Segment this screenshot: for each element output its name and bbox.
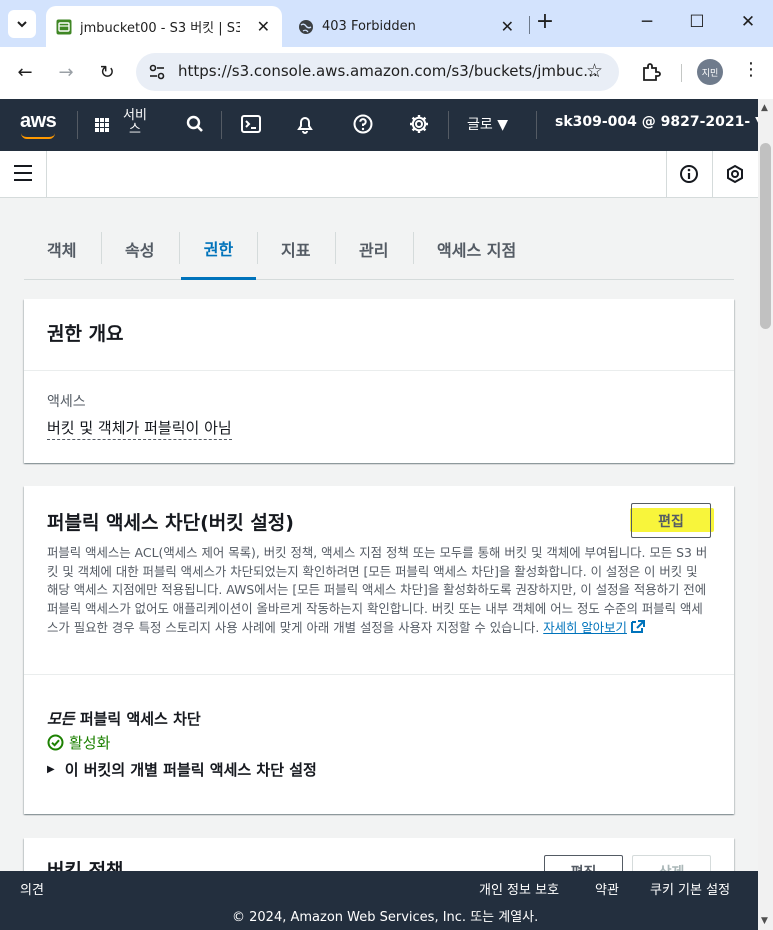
account-menu[interactable]: sk309-004 @ 9827-2021- ▼ (555, 114, 766, 130)
region-selector[interactable]: 글로 ▼ (467, 114, 508, 134)
header-divider (77, 111, 78, 139)
permissions-overview-panel: 권한 개요 액세스 버킷 및 객체가 퍼블릭이 아님 (24, 299, 734, 463)
tab-divider (413, 232, 414, 264)
services-grid-icon[interactable] (95, 118, 109, 132)
toolbar-separator (681, 64, 682, 82)
tab-title: 403 Forbidden (322, 19, 416, 34)
services-menu[interactable]: 서비스 (121, 109, 149, 137)
console-footer: 의견 개인 정보 보호 약관 쿠키 기본 설정 © 2024, Amazon W… (0, 871, 758, 930)
s3-favicon-icon (56, 19, 72, 34)
check-circle-icon (47, 734, 64, 751)
notifications-bell-icon[interactable] (294, 113, 316, 135)
tab-metrics[interactable]: 지표 (281, 218, 310, 279)
browser-tab-strip: jmbucket00 - S3 버킷 | S3 ✕ 403 Forbidden … (0, 0, 773, 47)
feedback-link[interactable]: 의견 (20, 879, 44, 898)
browser-toolbar: ← → ↻ https://s3.console.aws.amazon.com/… (0, 47, 773, 99)
panel-title: 퍼블릭 액세스 차단(버킷 설정) (47, 512, 294, 534)
subbar-divider (46, 151, 47, 198)
aws-smile-icon (21, 133, 55, 139)
extensions-icon[interactable] (640, 61, 662, 83)
status-badge: 활성화 (47, 732, 110, 753)
minimize-button[interactable]: ─ (637, 12, 657, 32)
console-subbar (0, 151, 758, 198)
tab-objects[interactable]: 객체 (47, 218, 76, 279)
chevron-down-icon (17, 21, 27, 28)
maximize-button[interactable]: ☐ (687, 12, 707, 32)
caret-right-icon: ▶ (47, 764, 55, 775)
globe-icon (299, 19, 313, 34)
external-link-icon[interactable] (630, 619, 645, 633)
panel-title: 권한 개요 (47, 323, 124, 345)
browser-tab-forbidden[interactable]: 403 Forbidden ✕ (290, 6, 526, 47)
header-divider (221, 111, 222, 139)
all-block-label: 모든 퍼블릭 액세스 차단 (47, 710, 201, 728)
help-icon[interactable] (352, 113, 374, 135)
info-icon[interactable] (679, 164, 699, 184)
browser-menu-button[interactable]: ⋮ (742, 59, 760, 80)
tab-close-icon[interactable]: ✕ (257, 17, 270, 36)
subbar-divider (712, 151, 713, 198)
tab-divider (335, 232, 336, 264)
panel-divider (24, 674, 734, 675)
header-divider (448, 111, 449, 139)
copyright-text: © 2024, Amazon Web Services, Inc. 또는 계열사… (232, 910, 539, 925)
tab-permissions[interactable]: 권한 (181, 218, 256, 280)
access-value[interactable]: 버킷 및 객체가 퍼블릭이 아님 (47, 417, 232, 440)
tab-access-points[interactable]: 액세스 지점 (437, 218, 516, 279)
tab-properties[interactable]: 속성 (125, 218, 154, 279)
cookie-preferences-link[interactable]: 쿠키 기본 설정 (650, 879, 730, 898)
url-text: https://s3.console.aws.amazon.com/s3/buc… (178, 62, 598, 80)
new-tab-button[interactable]: + (535, 10, 555, 34)
notification-hexagon-icon[interactable] (725, 164, 745, 184)
header-divider (536, 111, 537, 139)
bookmark-star-icon[interactable]: ☆ (586, 60, 603, 82)
scroll-down-arrow-icon[interactable]: ▼ (761, 916, 768, 926)
site-settings-icon[interactable] (148, 63, 166, 81)
bucket-tabs: 객체 속성 권한 지표 관리 액세스 지점 (24, 218, 734, 280)
subbar-divider (666, 151, 667, 198)
tab-close-icon[interactable]: ✕ (501, 17, 514, 36)
tab-management[interactable]: 관리 (359, 218, 388, 279)
browser-tab-s3[interactable]: jmbucket00 - S3 버킷 | S3 ✕ (46, 6, 282, 47)
block-public-description: 퍼블릭 액세스는 ACL(액세스 제어 목록), 버킷 정책, 액세스 지점 정… (47, 545, 708, 635)
hamburger-menu-icon[interactable] (14, 165, 32, 181)
close-window-button[interactable]: ✕ (738, 12, 758, 32)
aws-console-header: aws 서비스 글로 ▼ sk309-004 @ 9827-2021- ▼ (0, 99, 766, 151)
back-button[interactable]: ← (14, 62, 36, 84)
learn-more-link[interactable]: 자세히 알아보기 (543, 620, 627, 635)
scroll-up-arrow-icon[interactable]: ▲ (761, 103, 768, 113)
access-label: 액세스 (47, 394, 86, 410)
terms-link[interactable]: 약관 (595, 879, 619, 898)
address-bar[interactable]: https://s3.console.aws.amazon.com/s3/buc… (136, 53, 619, 91)
panel-divider (24, 370, 734, 371)
tab-title: jmbucket00 - S3 버킷 | S3 (80, 21, 240, 36)
block-public-access-panel: 퍼블릭 액세스 차단(버킷 설정) 편집 퍼블릭 액세스는 ACL(액세스 제어… (24, 486, 734, 814)
cloudshell-icon[interactable] (240, 113, 262, 135)
page-scrollbar[interactable]: ▲ ▼ (758, 99, 773, 930)
gear-icon[interactable] (408, 113, 430, 135)
tab-separator (529, 16, 530, 34)
scrollbar-thumb[interactable] (760, 143, 771, 329)
aws-logo[interactable]: aws (20, 110, 57, 139)
reload-button[interactable]: ↻ (96, 62, 118, 84)
tab-divider (257, 232, 258, 264)
profile-avatar[interactable]: 지민 (697, 59, 723, 85)
individual-settings-expander[interactable]: ▶ 이 버킷의 개별 퍼블릭 액세스 차단 설정 (47, 759, 317, 780)
edit-button[interactable]: 편집 (631, 503, 711, 538)
search-icon[interactable] (184, 113, 206, 135)
privacy-link[interactable]: 개인 정보 보호 (479, 879, 559, 898)
tab-divider (101, 232, 102, 264)
forward-button[interactable]: → (55, 62, 77, 84)
tab-divider (179, 232, 180, 264)
tab-search-button[interactable] (8, 10, 36, 38)
